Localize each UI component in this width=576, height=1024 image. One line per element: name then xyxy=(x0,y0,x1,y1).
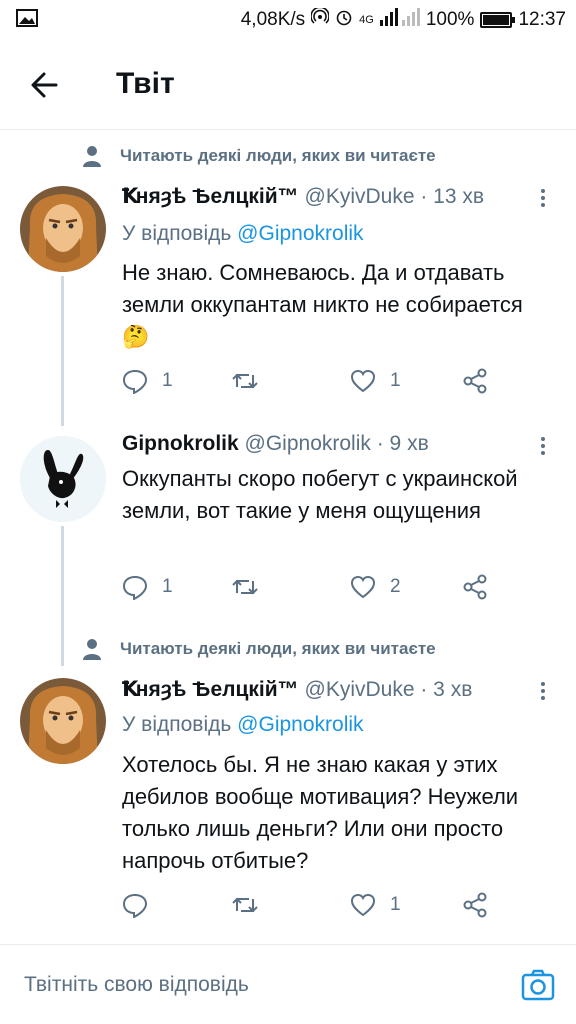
tweet-header: Ꝁняȝѣ Ѣелцкій™ @KyivDuke · 3 хв xyxy=(122,677,526,702)
retweet-icon xyxy=(232,897,258,913)
hotspot-icon xyxy=(310,6,330,32)
reply-icon xyxy=(122,369,148,394)
back-arrow-icon[interactable] xyxy=(26,65,66,105)
reply-handle-link[interactable]: @Gipnokrolik xyxy=(237,713,363,736)
heart-icon xyxy=(350,369,376,393)
alarm-icon xyxy=(335,8,353,32)
like-button[interactable]: 2 xyxy=(350,574,401,600)
tweet-header: Ꝁняȝѣ Ѣелцкій™ @KyivDuke · 13 хв xyxy=(122,184,526,209)
tweet-time: · 3 хв xyxy=(420,678,473,701)
user-handle[interactable]: @Gipnokrolik xyxy=(245,432,371,455)
thread-line xyxy=(61,526,64,666)
like-count: 2 xyxy=(390,576,401,597)
status-bar: 4,08K/s 4G 100% 12:37 xyxy=(0,0,576,40)
user-handle[interactable]: @KyivDuke xyxy=(305,678,415,701)
display-name[interactable]: Ꝁняȝѣ Ѣелцкій™ xyxy=(122,185,299,208)
top-app-bar: Твіт xyxy=(0,40,576,130)
battery-fill xyxy=(483,15,510,25)
share-icon xyxy=(463,368,487,394)
heart-icon xyxy=(350,893,376,917)
share-button[interactable] xyxy=(462,892,488,918)
heart-icon xyxy=(350,575,376,599)
avatar[interactable] xyxy=(20,678,106,764)
retweet-button[interactable] xyxy=(232,574,272,600)
display-name[interactable]: Ꝁняȝѣ Ѣелцкій™ xyxy=(122,678,299,701)
like-button[interactable]: 1 xyxy=(350,892,401,918)
reply-count: 1 xyxy=(162,370,173,391)
page-title: Твіт xyxy=(116,67,175,100)
avatar[interactable] xyxy=(20,186,106,272)
tweet-actions: 1 1 xyxy=(122,368,542,400)
display-name[interactable]: Gipnokrolik xyxy=(122,432,239,455)
signal-icon xyxy=(379,8,420,32)
person-icon xyxy=(83,146,101,167)
battery-icon xyxy=(480,12,516,28)
reply-button[interactable]: 1 xyxy=(122,574,173,600)
reply-prefix: У відповідь xyxy=(122,713,232,736)
social-context: Читають деякі люди, яких ви читаєте xyxy=(82,145,436,167)
avatar[interactable] xyxy=(20,436,106,522)
tweet-actions: 1 2 xyxy=(122,574,542,606)
reply-context: У відповідь @Gipnokrolik xyxy=(122,222,364,246)
tweet-time: · 9 хв xyxy=(376,432,429,455)
like-count: 1 xyxy=(390,894,401,915)
reply-handle-link[interactable]: @Gipnokrolik xyxy=(237,222,363,245)
share-button[interactable] xyxy=(462,368,488,394)
net-speed: 4,08K/s xyxy=(240,9,306,30)
like-count: 1 xyxy=(390,370,401,391)
reply-button[interactable] xyxy=(122,892,162,918)
share-icon xyxy=(463,892,487,918)
reply-prefix: У відповідь xyxy=(122,222,232,245)
reply-context: У відповідь @Gipnokrolik xyxy=(122,713,364,737)
clock: 12:37 xyxy=(518,9,566,30)
more-options-icon[interactable] xyxy=(535,186,551,210)
reply-icon xyxy=(122,893,148,918)
share-button[interactable] xyxy=(462,574,488,600)
social-context-text: Читають деякі люди, яких ви читаєте xyxy=(120,146,436,165)
more-options-icon[interactable] xyxy=(535,679,551,703)
network-type: 4G xyxy=(359,14,374,26)
person-icon xyxy=(83,639,101,660)
social-context-text: Читають деякі люди, яких ви читаєте xyxy=(120,639,436,658)
retweet-icon xyxy=(232,579,258,595)
retweet-button[interactable] xyxy=(232,368,272,394)
thread-line xyxy=(61,276,64,426)
tweet-actions: 1 xyxy=(122,892,542,924)
camera-icon[interactable] xyxy=(520,967,556,1003)
reply-icon xyxy=(122,575,148,600)
social-context: Читають деякі люди, яких ви читаєте xyxy=(82,638,436,660)
more-options-icon[interactable] xyxy=(535,434,551,458)
tweet-text: Не знаю. Сомневаюсь. Да и отдавать земли… xyxy=(122,260,523,349)
user-handle[interactable]: @KyivDuke xyxy=(305,185,415,208)
retweet-icon xyxy=(232,373,258,389)
reply-input[interactable]: Твітніть свою відповідь xyxy=(24,973,249,997)
tweet-text: Оккупанты скоро побегут с украинской зем… xyxy=(122,466,518,523)
tweet-header: Gipnokrolik @Gipnokrolik · 9 хв xyxy=(122,432,526,456)
like-button[interactable]: 1 xyxy=(350,368,401,394)
share-icon xyxy=(463,574,487,600)
image-icon xyxy=(16,8,38,34)
reply-composer: Твітніть свою відповідь xyxy=(0,944,576,1024)
retweet-button[interactable] xyxy=(232,892,272,918)
tweet-text: Хотелось бы. Я не знаю какая у этих деби… xyxy=(122,752,519,873)
reply-button[interactable]: 1 xyxy=(122,368,173,394)
battery-percent: 100% xyxy=(425,9,475,30)
reply-count: 1 xyxy=(162,576,173,597)
tweet-time: · 13 хв xyxy=(420,185,485,208)
